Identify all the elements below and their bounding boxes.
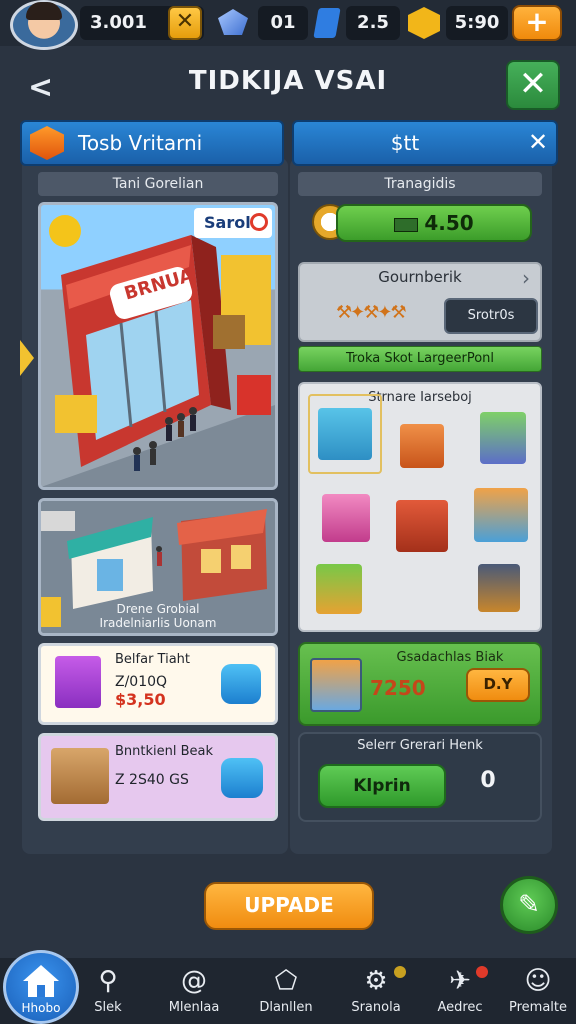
- badge-icon: ⬠: [274, 966, 298, 996]
- nav-badge[interactable]: ⬠ Dlanllen: [250, 964, 322, 1015]
- store-illustration: [41, 215, 275, 487]
- reward-claim-button[interactable]: D.Y: [466, 668, 530, 702]
- pencil-icon: ✎: [518, 890, 540, 920]
- nav-tools[interactable]: ⚲ Slek: [72, 964, 144, 1015]
- gem-value: 01: [270, 12, 296, 33]
- item-red-box-icon[interactable]: [396, 500, 448, 552]
- money-value: 4.50: [424, 211, 474, 235]
- chevron-right-icon[interactable]: ›: [522, 266, 530, 290]
- map-notification-dot: [476, 966, 488, 978]
- spiral-icon: @: [181, 966, 207, 996]
- nav-map-label: Aedrec: [437, 1000, 483, 1015]
- nav-settings-label: Sranola: [351, 1000, 401, 1015]
- tab-currency-label: $tt: [390, 131, 420, 155]
- close-x-icon[interactable]: ✕: [168, 6, 202, 40]
- side-arrow-icon[interactable]: [20, 340, 34, 376]
- nav-home-label: Hhobo: [21, 1001, 61, 1015]
- green-strip-banner[interactable]: Troka Skot LargeerPonl: [298, 346, 542, 372]
- edit-pencil-button[interactable]: ✎: [500, 876, 558, 934]
- tab-close-icon[interactable]: ✕: [522, 124, 554, 160]
- page-title: TIDKIJA VSAI: [188, 66, 388, 96]
- coin-value: 3.001: [90, 12, 147, 33]
- store-scene-card[interactable]: [38, 202, 278, 490]
- close-button[interactable]: ✕: [506, 60, 560, 110]
- street-caption: Drene Grobial Iradelniarlis Uonam: [48, 602, 268, 630]
- dark-box-action-label: Klprin: [353, 776, 411, 796]
- reward-box: Gsadachlas Biak 7250 D.Y: [298, 642, 542, 726]
- offer-1-dollar: $: [115, 690, 127, 709]
- add-currency-button[interactable]: +: [512, 5, 562, 41]
- nav-home[interactable]: Hhobo: [3, 950, 79, 1024]
- item-grid-panel: Strnare Iarseboj: [298, 382, 542, 632]
- reward-claim-label: D.Y: [483, 675, 513, 693]
- item-pink-stall-icon[interactable]: [322, 494, 370, 542]
- offer-card-2[interactable]: Bnntkienl Beak Z 2S40 GS: [38, 733, 278, 821]
- avatar-hair: [26, 2, 62, 20]
- update-button[interactable]: UPPADE: [204, 882, 374, 930]
- offer-card-1[interactable]: Belfar Tiaht Z/010Q $3,50: [38, 643, 278, 725]
- dark-info-box: Selerr Grerari Henk Klprin 0: [298, 732, 542, 822]
- item-stack-icon[interactable]: [478, 564, 520, 612]
- offer-2-title: Bnntkienl Beak: [115, 744, 214, 759]
- item-orange-crate-icon[interactable]: [400, 424, 444, 468]
- sale-record-icon: [250, 213, 268, 231]
- update-button-label: UPPADE: [244, 893, 334, 917]
- back-button[interactable]: <: [28, 70, 53, 105]
- tool-icon: ⚲: [98, 966, 118, 996]
- energy-value: 2.5: [357, 12, 389, 33]
- smile-icon: ☺: [524, 966, 552, 996]
- item-green-crate-icon[interactable]: [316, 564, 362, 614]
- gear-action-button[interactable]: Srotr0s: [444, 298, 538, 334]
- nav-menu-label: Mlenlaa: [168, 1000, 220, 1015]
- nav-premium-label: Premalte: [508, 1000, 567, 1015]
- dark-box-count: 0: [480, 768, 496, 793]
- tools-row-icon: ⚒✦⚒✦⚒: [336, 302, 407, 323]
- offer-1-price: $3,50: [115, 690, 166, 709]
- offer-1-title: Belfar Tiaht: [115, 652, 191, 667]
- item-blue-shop-icon[interactable]: [318, 408, 372, 460]
- home-icon: [23, 965, 59, 997]
- star-value: 5:90: [454, 12, 500, 33]
- offer-1-price-value: 3,50: [126, 690, 166, 709]
- dark-box-action-button[interactable]: Klprin: [318, 764, 446, 808]
- back-arrow-icon: <: [28, 70, 54, 105]
- close-icon: ✕: [518, 64, 548, 104]
- energy-counter: 2.5: [346, 6, 400, 40]
- nav-tools-label: Slek: [94, 1000, 122, 1015]
- blue-device-icon: [221, 664, 261, 704]
- settings-notification-dot: [394, 966, 406, 978]
- right-subheading: Tranagidis: [298, 172, 542, 196]
- gear-panel[interactable]: Gournberik › ⚒✦⚒✦⚒ Srotr0s: [298, 262, 542, 342]
- reward-title: Gsadachlas Biak: [396, 650, 504, 665]
- cardboard-box-icon: [51, 748, 109, 804]
- star-counter: 5:90: [446, 6, 508, 40]
- street-caption-line1: Drene Grobial: [116, 602, 200, 616]
- offer-1-code: Z/010Q: [115, 674, 168, 690]
- tab-shop-label: Tosb Vritarni: [78, 131, 203, 155]
- item-market-icon[interactable]: [474, 488, 528, 542]
- item-stall-icon[interactable]: [480, 412, 526, 464]
- tab-currency[interactable]: $tt: [292, 120, 558, 166]
- gear-panel-title: Gournberik: [378, 268, 462, 286]
- blue-device-icon-2: [221, 758, 263, 798]
- purple-crate-icon: [55, 656, 101, 708]
- nav-badge-label: Dlanllen: [259, 1000, 313, 1015]
- gear-action-label: Srotr0s: [467, 308, 515, 323]
- offer-2-code: Z 2S40 GS: [115, 772, 189, 788]
- reward-crate-icon: [310, 658, 362, 712]
- left-subheading: Tani Gorelian: [38, 172, 278, 196]
- nav-menu[interactable]: @ Mlenlaa: [158, 964, 230, 1015]
- dark-box-title: Selerr Grerari Henk: [357, 738, 483, 753]
- gem-counter: 01: [258, 6, 308, 40]
- nav-premium[interactable]: ☺ Premalte: [502, 964, 574, 1015]
- cash-icon: [394, 217, 419, 232]
- street-caption-line2: Iradelniarlis Uonam: [99, 616, 217, 630]
- reward-amount: 7250: [370, 676, 426, 700]
- money-balance-bar: 4.50: [336, 204, 532, 242]
- plus-icon: +: [525, 5, 549, 38]
- sale-badge-label: Sarol: [204, 213, 251, 232]
